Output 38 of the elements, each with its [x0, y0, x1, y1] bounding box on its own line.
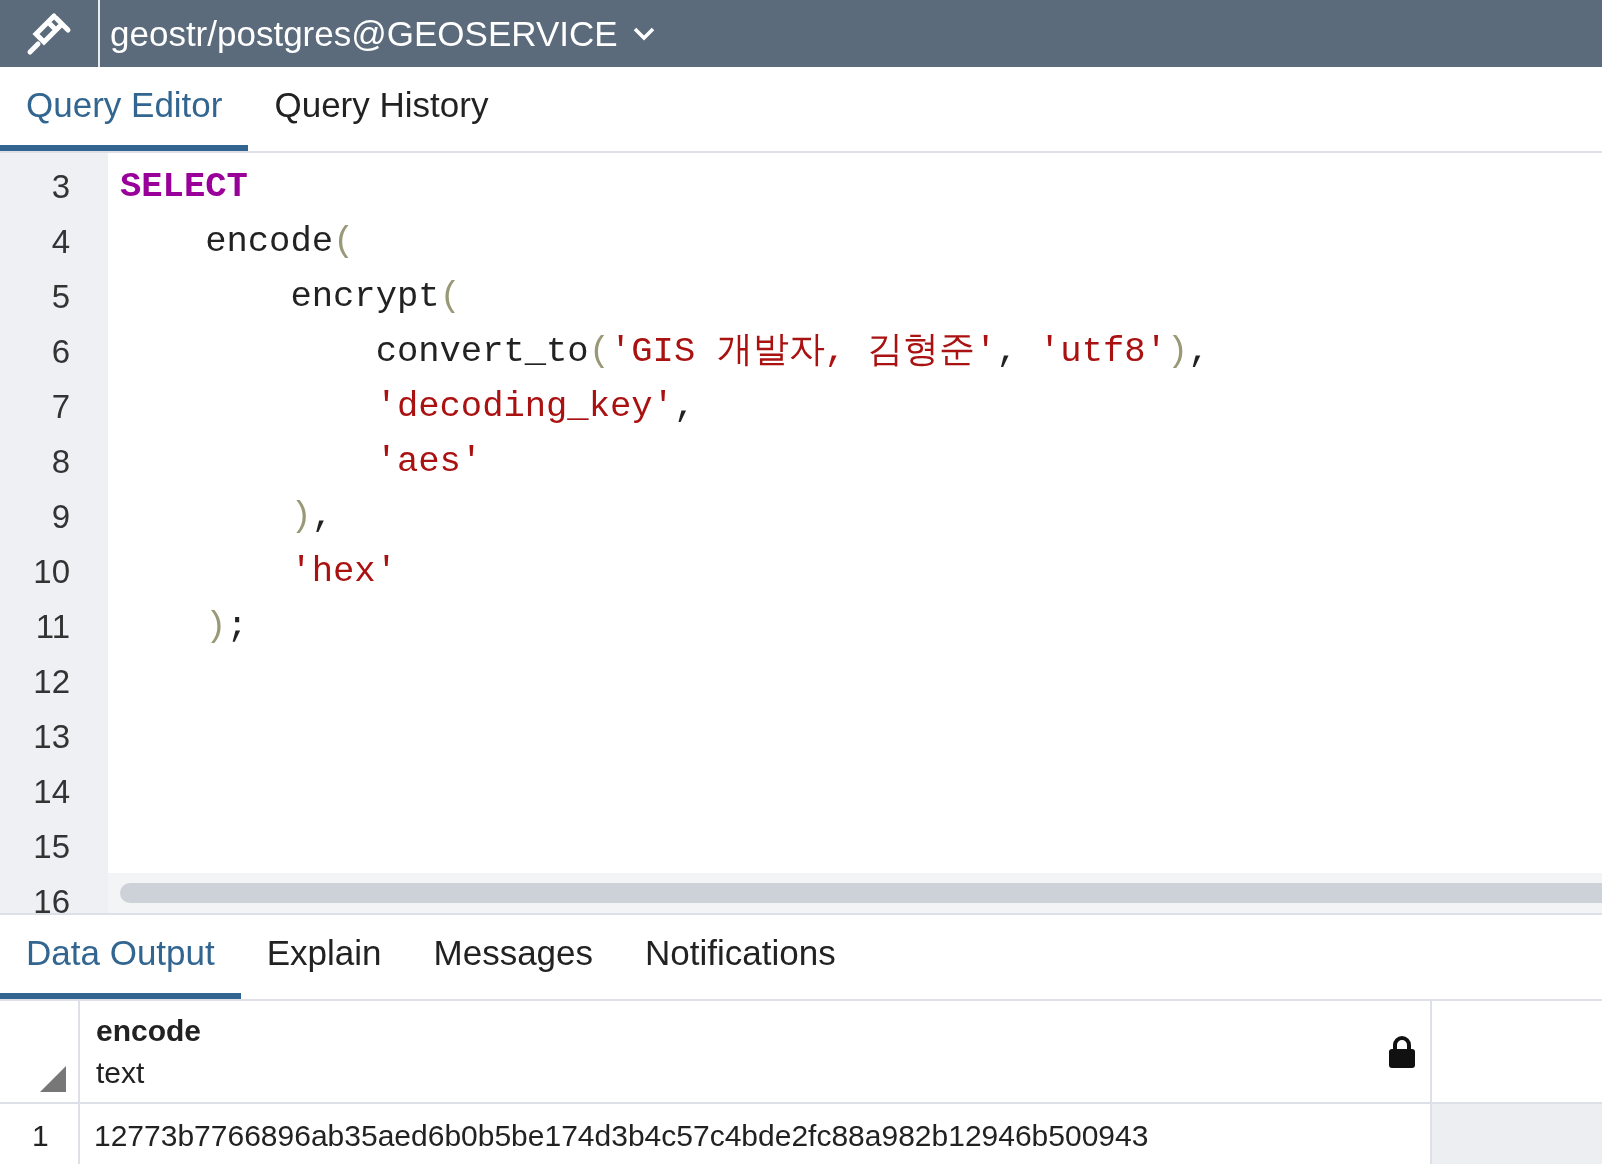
code-line: SELECT	[120, 165, 249, 209]
corner-triangle-icon	[40, 1066, 66, 1092]
line-number: 4	[50, 222, 71, 262]
line-number: 16	[32, 882, 71, 913]
column-name: encode	[96, 1013, 202, 1048]
horizontal-scrollbar[interactable]	[108, 873, 1602, 913]
code-line: 'decoding_key',	[374, 385, 697, 429]
tab[interactable]: Query History	[248, 67, 515, 151]
line-number: 3	[50, 167, 71, 207]
line-number: 15	[32, 827, 71, 867]
code-line: convert_to('GIS 개발자, 김형준', 'utf8'),	[374, 330, 1210, 374]
chevron-down-icon	[631, 25, 656, 42]
tab[interactable]: Explain	[240, 915, 408, 999]
line-number: 12	[32, 662, 71, 702]
code-line: encode(	[204, 220, 356, 264]
column-header[interactable]: encode text	[80, 1001, 1432, 1104]
tab[interactable]: Notifications	[619, 915, 862, 999]
line-number: 10	[32, 552, 71, 592]
code-line: ),	[289, 495, 335, 539]
line-number: 7	[50, 387, 71, 427]
line-number: 14	[32, 772, 71, 812]
tab[interactable]: Messages	[407, 915, 620, 999]
row-number: 1	[0, 1104, 80, 1164]
connection-dropdown[interactable]: geostr/postgres@GEOSERVICE	[100, 12, 662, 55]
line-number: 13	[32, 717, 71, 757]
plug-icon	[26, 11, 72, 56]
code-line: encrypt(	[289, 275, 462, 319]
code-line: 'hex'	[289, 550, 398, 594]
line-number: 9	[50, 497, 71, 537]
lock-icon	[1388, 1035, 1416, 1068]
line-number: 8	[50, 442, 71, 482]
line-number: 5	[50, 277, 71, 317]
line-number: 6	[50, 332, 71, 372]
tab[interactable]: Data Output	[0, 915, 241, 999]
line-number: 11	[34, 607, 71, 647]
code-line: 'aes'	[374, 440, 484, 484]
column-type: text	[96, 1055, 146, 1090]
code-line: );	[204, 605, 249, 649]
